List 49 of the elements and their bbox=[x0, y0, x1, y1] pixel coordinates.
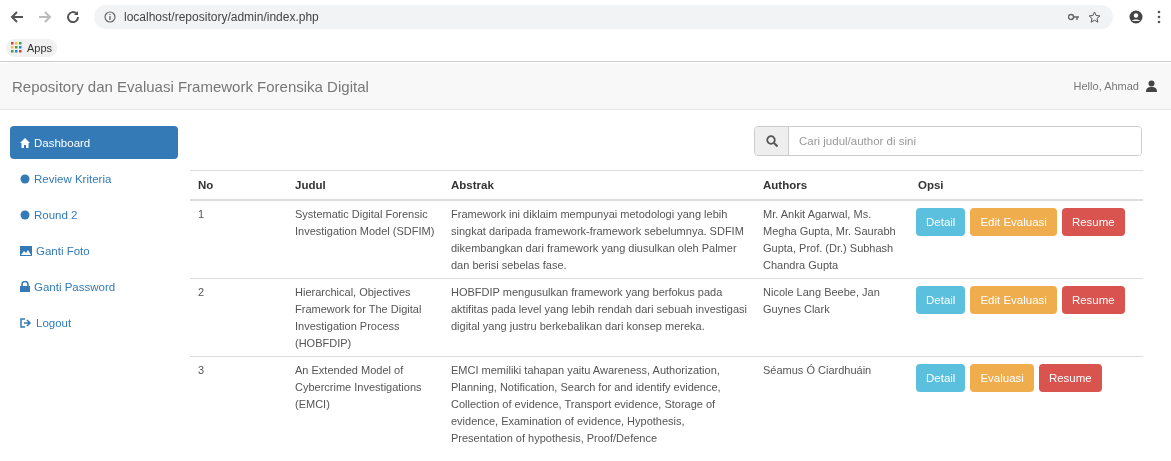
sidebar-item[interactable]: Ganti Password bbox=[10, 270, 178, 303]
dot-icon bbox=[20, 173, 30, 184]
account-icon bbox=[1129, 10, 1143, 24]
greeting-text: Hello, Ahmad bbox=[1073, 80, 1139, 92]
column-header: No bbox=[190, 170, 287, 200]
menu-icon bbox=[1157, 10, 1161, 24]
column-header: Judul bbox=[287, 170, 443, 200]
reload-icon[interactable] bbox=[66, 10, 80, 24]
column-header: Opsi bbox=[910, 170, 1143, 200]
table-cell: 1 bbox=[198, 208, 205, 220]
bookmark[interactable]: Apps bbox=[6, 38, 58, 57]
sidebar-item[interactable]: Review Kriteria bbox=[10, 162, 178, 195]
address-bar[interactable]: localhost/repository/admin/index.php bbox=[94, 5, 1113, 29]
brand-title[interactable]: Repository dan Evaluasi Framework Forensika Digital bbox=[12, 77, 369, 95]
dot-icon bbox=[20, 209, 30, 220]
table-cell: HOBFDIP mengusulkan framework yang berfokus pada aktifitas pada level yang lebih rendah dari sebuah investigasi digital yang justru berkebalikan dari konsep mereka. bbox=[451, 286, 747, 332]
lock-icon bbox=[20, 281, 30, 292]
table-cell: Mr. Ankit Agarwal, Ms. Megha Gupta, Mr. Saurabh Gupta, Prof. (Dr.) Subhash Chandra Gupta bbox=[763, 208, 896, 271]
column-header: Authors bbox=[755, 170, 910, 200]
logout-icon bbox=[20, 317, 32, 328]
apps-icon bbox=[11, 42, 22, 53]
column-header: Abstrak bbox=[443, 170, 755, 200]
star-icon bbox=[1088, 10, 1101, 24]
search-field[interactable]: Cari judul/author di sini bbox=[754, 126, 1142, 156]
sidebar-item[interactable]: Ganti Foto bbox=[10, 234, 178, 267]
table-cell: Séamus Ó Ciardhuáin bbox=[763, 364, 872, 376]
forward-icon bbox=[38, 10, 52, 24]
sidebar-item[interactable]: Logout bbox=[10, 306, 178, 339]
sidebar-item[interactable]: Round 2 bbox=[10, 198, 178, 231]
search-icon bbox=[765, 135, 778, 147]
action-button[interactable]: Resume bbox=[1038, 364, 1102, 392]
info-icon bbox=[104, 11, 116, 23]
action-button[interactable]: Resume bbox=[1061, 208, 1125, 236]
table-cell: Systematic Digital Forensic Investigation Model (SDFIM) bbox=[295, 208, 435, 237]
table-cell: 3 bbox=[198, 364, 205, 376]
key-icon bbox=[1068, 12, 1080, 22]
action-button[interactable]: Resume bbox=[1061, 286, 1125, 314]
user-icon bbox=[1146, 80, 1157, 92]
table-cell: Framework ini diklaim mempunyai metodologi yang lebih singkat daripada framework-framework sebelumnya. SDFIM dikembangkan dari framework yang diusulkan oleh Palmer dan berisi sebelas fase. bbox=[451, 208, 744, 271]
image-icon bbox=[20, 245, 32, 256]
sidebar-item[interactable]: Dashboard bbox=[10, 126, 178, 159]
table-cell: Nicole Lang Beebe, Jan Guynes Clark bbox=[763, 286, 880, 315]
url-text: localhost/repository/admin/index.php bbox=[124, 10, 319, 24]
table-cell: Hierarchical, Objectives Framework for The Digital Investigation Process (HOBFDIP) bbox=[295, 286, 422, 349]
table-cell: EMCI memiliki tahapan yaitu Awareness, Authorization, Planning, Notification, Search for and identify evidence, Collection of evidence, Transport evidence, Storage of evidence, Examination of evidence, Hypothesis, Presentation of hypothesis, Proof/Defence bbox=[451, 364, 721, 444]
back-icon[interactable] bbox=[10, 10, 24, 24]
home-icon bbox=[20, 137, 30, 148]
table-cell: 2 bbox=[198, 286, 205, 298]
table-cell: An Extended Model of Cybercrime Investigations (EMCI) bbox=[295, 364, 422, 410]
